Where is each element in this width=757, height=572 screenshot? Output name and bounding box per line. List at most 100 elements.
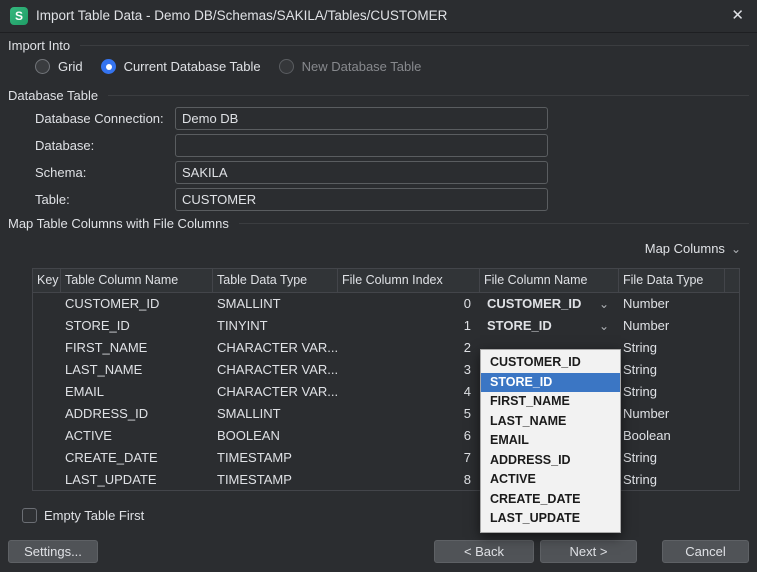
cell-column-name: STORE_ID [61,315,213,337]
radio-new-database-table-label: New Database Table [302,59,422,74]
cell-file-type: String [619,381,725,403]
chevron-down-icon: ⌄ [599,315,609,337]
cell-file-type: Number [619,315,725,337]
map-columns-dropdown[interactable]: Map Columns ⌄ [645,240,741,258]
cell-column-name: CREATE_DATE [61,447,213,469]
cell-file-index: 8 [338,469,480,491]
cell-file-index: 6 [338,425,480,447]
cell-file-type: String [619,447,725,469]
cell-data-type: TIMESTAMP [213,469,338,491]
radio-current-database-table[interactable]: Current Database Table [101,59,261,74]
separator-line [80,45,749,46]
titlebar: S Import Table Data - Demo DB/Schemas/SA… [0,0,757,33]
back-button[interactable]: < Back [434,540,534,563]
cell-file-column[interactable]: STORE_ID⌄ [480,315,619,337]
header-file-column-name[interactable]: File Column Name [480,269,619,292]
cell-data-type: TINYINT [213,315,338,337]
empty-table-first-option[interactable]: Empty Table First [22,507,144,523]
cell-column-name: LAST_UPDATE [61,469,213,491]
table-row[interactable]: CREATE_DATETIMESTAMP7 String [33,447,739,469]
cell-data-type: CHARACTER VAR... [213,337,338,359]
cell-column-name: ACTIVE [61,425,213,447]
radio-icon [101,59,116,74]
cell-key [33,315,61,337]
table-row[interactable]: LAST_UPDATETIMESTAMP8String [33,469,739,491]
app-icon: S [10,7,28,25]
cell-key [33,381,61,403]
cell-file-index: 5 [338,403,480,425]
import-into-label: Import Into [8,38,70,53]
dropdown-item[interactable]: CUSTOMER_ID [481,353,620,373]
cell-file-type: Number [619,293,725,315]
cell-file-index: 4 [338,381,480,403]
cancel-button[interactable]: Cancel [662,540,749,563]
import-into-options: Grid Current Database Table New Database… [35,57,421,75]
table-row[interactable]: STORE_IDTINYINT1STORE_ID⌄Number [33,315,739,337]
header-file-column-index[interactable]: File Column Index [338,269,480,292]
section-import-into: Import Into [8,37,749,53]
cell-file-type: String [619,359,725,381]
cell-data-type: CHARACTER VAR... [213,381,338,403]
radio-new-database-table[interactable]: New Database Table [279,59,422,74]
table-row[interactable]: LAST_NAMECHARACTER VAR...3String [33,359,739,381]
header-key[interactable]: Key [33,269,61,292]
header-table-column-name[interactable]: Table Column Name [61,269,213,292]
table-row[interactable]: ACTIVEBOOLEAN6 Boolean [33,425,739,447]
header-table-data-type[interactable]: Table Data Type [213,269,338,292]
dropdown-item[interactable]: EMAIL [481,431,620,451]
database-connection-label: Database Connection: [35,107,164,130]
table-row[interactable]: ADDRESS_IDSMALLINT5Number [33,403,739,425]
radio-grid[interactable]: Grid [35,59,83,74]
cell-data-type: CHARACTER VAR... [213,359,338,381]
cell-file-column[interactable]: CUSTOMER_ID⌄ [480,293,619,315]
schema-input[interactable] [175,161,548,184]
cell-key [33,293,61,315]
cell-key [33,447,61,469]
cell-file-type: Boolean [619,425,725,447]
header-file-data-type[interactable]: File Data Type [619,269,725,292]
cell-data-type: SMALLINT [213,293,338,315]
database-connection-input[interactable] [175,107,548,130]
table-header: Key Table Column Name Table Data Type Fi… [33,269,739,293]
dropdown-item[interactable]: FIRST_NAME [481,392,620,412]
database-input[interactable] [175,134,548,157]
cell-key [33,403,61,425]
separator-line [239,223,749,224]
next-button[interactable]: Next > [540,540,637,563]
cell-column-name: EMAIL [61,381,213,403]
checkbox-icon[interactable] [22,508,37,523]
cell-file-index: 1 [338,315,480,337]
cell-data-type: TIMESTAMP [213,447,338,469]
table-body: CUSTOMER_IDSMALLINT0CUSTOMER_ID⌄NumberST… [33,293,739,491]
settings-button[interactable]: Settings... [8,540,98,563]
cell-file-index: 3 [338,359,480,381]
cell-key [33,359,61,381]
dropdown-item[interactable]: LAST_UPDATE [481,509,620,529]
cell-file-index: 7 [338,447,480,469]
radio-current-database-table-label: Current Database Table [124,59,261,74]
close-icon[interactable]: ✕ [731,0,744,32]
table-input[interactable] [175,188,548,211]
cell-file-type: Number [619,403,725,425]
separator-line [108,95,749,96]
radio-icon [35,59,50,74]
cell-file-index: 0 [338,293,480,315]
chevron-down-icon: ⌄ [731,242,741,256]
cell-column-name: CUSTOMER_ID [61,293,213,315]
table-row[interactable]: FIRST_NAMECHARACTER VAR...2String [33,337,739,359]
schema-label: Schema: [35,161,86,184]
radio-icon [279,59,294,74]
window-title: Import Table Data - Demo DB/Schemas/SAKI… [36,0,447,32]
section-map-columns: Map Table Columns with File Columns [8,215,749,231]
cell-data-type: BOOLEAN [213,425,338,447]
cell-column-name: FIRST_NAME [61,337,213,359]
dropdown-item[interactable]: ADDRESS_ID [481,451,620,471]
dropdown-item[interactable]: CREATE_DATE [481,490,620,510]
table-row[interactable]: EMAILCHARACTER VAR...4 String [33,381,739,403]
map-columns-label: Map Columns [645,241,725,256]
dropdown-item[interactable]: STORE_ID [481,373,620,393]
dropdown-item[interactable]: LAST_NAME [481,412,620,432]
table-row[interactable]: CUSTOMER_IDSMALLINT0CUSTOMER_ID⌄Number [33,293,739,315]
dropdown-item[interactable]: ACTIVE [481,470,620,490]
cell-data-type: SMALLINT [213,403,338,425]
